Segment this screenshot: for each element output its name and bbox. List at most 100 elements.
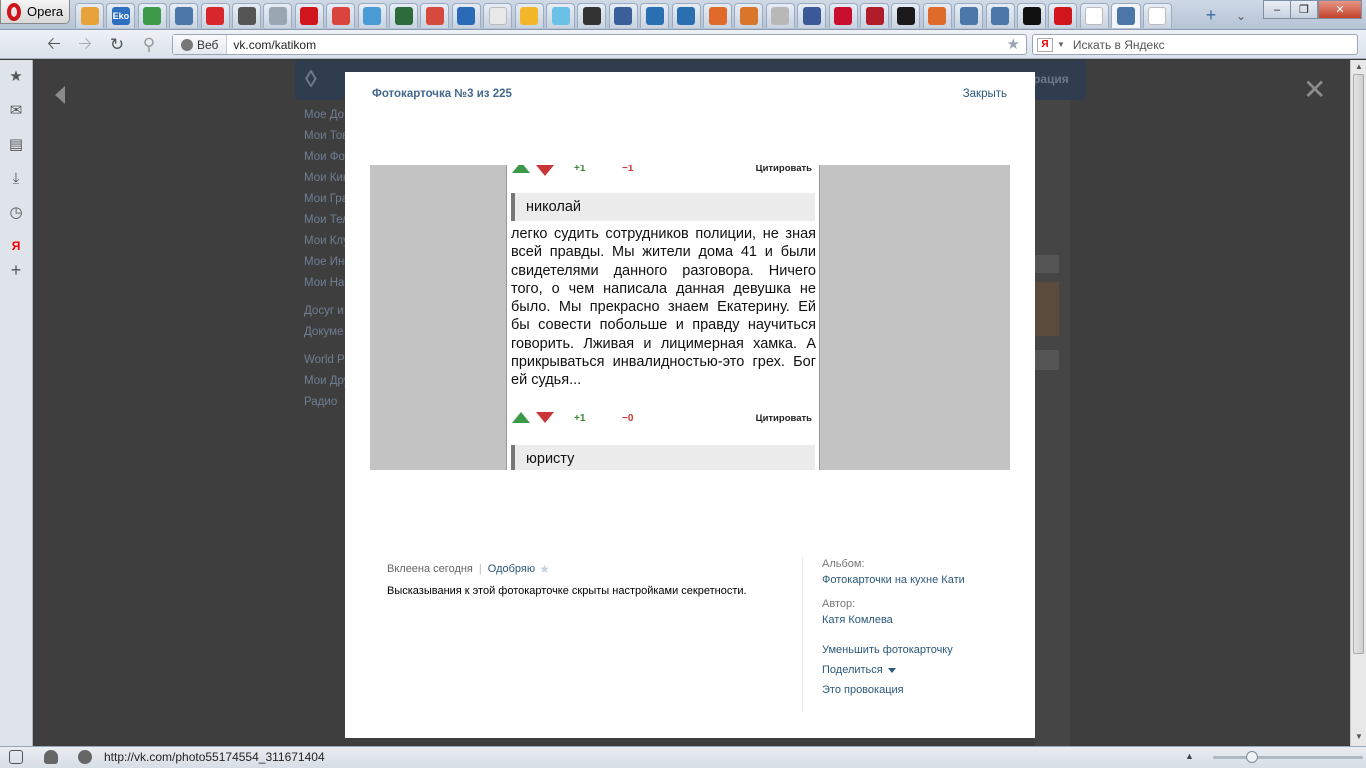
zoom-slider-knob[interactable] xyxy=(1246,751,1258,763)
tab[interactable] xyxy=(797,3,827,28)
speed-dial-icon[interactable] xyxy=(78,750,92,764)
maximize-button[interactable]: ❐ xyxy=(1290,0,1318,19)
flag-icon xyxy=(865,7,884,25)
bookmark-star-icon[interactable]: ★ xyxy=(1007,35,1020,53)
like-link[interactable]: Одобряю xyxy=(488,563,535,575)
tab[interactable] xyxy=(420,3,450,28)
like-star-icon[interactable]: ★ xyxy=(539,562,550,576)
vk-icon xyxy=(174,7,193,25)
tab[interactable] xyxy=(608,3,638,28)
tab[interactable] xyxy=(1017,3,1046,28)
chevron-down-icon[interactable] xyxy=(887,667,896,673)
vk2-icon xyxy=(959,7,978,25)
mail-icon[interactable]: ✉ xyxy=(7,101,25,119)
key-icon[interactable]: ⚲ xyxy=(138,34,160,56)
tab[interactable] xyxy=(703,3,732,28)
address-field[interactable]: Веб vk.com/katikom ★ xyxy=(172,34,1027,55)
downloads-icon[interactable]: ⤓ xyxy=(7,169,25,187)
tab[interactable] xyxy=(514,3,544,28)
tab[interactable] xyxy=(671,3,701,28)
shrink-photo-link[interactable]: Уменьшить фотокарточку xyxy=(822,644,1022,656)
yandex-sidebar-icon[interactable]: Я xyxy=(7,237,25,255)
tab[interactable] xyxy=(326,3,356,28)
address-url[interactable]: vk.com/katikom xyxy=(227,38,316,52)
search-engine-dropdown-icon[interactable]: ▼ xyxy=(1057,40,1065,49)
tab-active[interactable] xyxy=(1111,3,1142,28)
added-line: Вклеена сегодня | Одобряю ★ xyxy=(387,562,787,576)
tab[interactable] xyxy=(828,3,858,28)
tab[interactable] xyxy=(891,3,921,28)
reload-icon[interactable]: ↻ xyxy=(106,34,128,56)
blank-page-icon xyxy=(268,7,287,25)
status-bar: http://vk.com/photo55174554_311671404 ▲ xyxy=(0,746,1366,768)
tab[interactable] xyxy=(294,3,324,28)
tab[interactable] xyxy=(922,3,952,28)
share-label[interactable]: Поделиться xyxy=(822,664,883,676)
tab[interactable] xyxy=(389,3,418,28)
report-link[interactable]: Это провокация xyxy=(822,684,1022,696)
tab[interactable] xyxy=(1079,3,1109,28)
status-up-arrow-icon[interactable]: ▲ xyxy=(1185,751,1194,761)
zoom-slider[interactable] xyxy=(1213,756,1363,759)
tab-menu-chevron-icon[interactable]: ⌄ xyxy=(1232,3,1250,28)
tab[interactable] xyxy=(985,3,1015,28)
radar-icon xyxy=(896,7,915,25)
comment-text: легко судить сотрудников полиции, не зна… xyxy=(511,226,816,389)
search-field[interactable]: Я ▼ Искать в Яндекс xyxy=(1032,34,1358,55)
overlay-close-icon[interactable]: ✕ xyxy=(1303,76,1326,104)
new-tab-icon[interactable]: + xyxy=(1200,3,1222,28)
tab[interactable] xyxy=(734,3,764,28)
opera-menu-button[interactable]: Opera xyxy=(0,0,70,24)
yandex-icon[interactable]: Я xyxy=(1037,37,1053,52)
window-close-button[interactable]: ✕ xyxy=(1318,0,1362,19)
turbo-cloud-icon[interactable] xyxy=(44,750,58,764)
tab[interactable] xyxy=(1142,3,1172,28)
tab[interactable] xyxy=(640,3,670,28)
facebook-icon xyxy=(802,7,821,25)
news-icon xyxy=(237,7,256,25)
tab[interactable]: Eko xyxy=(106,3,136,28)
tab[interactable] xyxy=(263,3,293,28)
tab[interactable] xyxy=(200,3,230,28)
tab[interactable] xyxy=(451,3,481,28)
tab[interactable] xyxy=(765,3,795,28)
notes-icon[interactable]: ▤ xyxy=(7,135,25,153)
photo-image[interactable]: +1 −1 Цитировать николай легко судить со… xyxy=(370,165,1010,470)
previous-photo-arrow-icon[interactable] xyxy=(55,84,69,106)
tab[interactable] xyxy=(954,3,984,28)
yandex-icon xyxy=(1085,7,1104,25)
forward-icon[interactable]: 🡢 xyxy=(74,34,96,56)
tab[interactable] xyxy=(546,3,575,28)
vk3-icon xyxy=(991,7,1010,25)
author-link[interactable]: Катя Комлева xyxy=(822,614,1022,626)
tab[interactable] xyxy=(232,3,261,28)
page-scrollbar[interactable]: ▲ ▼ xyxy=(1350,60,1366,746)
tab[interactable] xyxy=(75,3,104,28)
minimize-button[interactable]: – xyxy=(1263,0,1291,19)
history-clock-icon[interactable]: ◷ xyxy=(7,203,25,221)
tab[interactable] xyxy=(577,3,607,28)
share-dropdown[interactable]: Поделиться xyxy=(822,664,1022,676)
plus-count: +1 xyxy=(574,165,586,174)
panel-toggle-icon[interactable] xyxy=(9,750,23,764)
album-link[interactable]: Фотокарточки на кухне Кати xyxy=(822,574,1022,586)
close-link[interactable]: Закрыть xyxy=(963,88,1007,100)
tab[interactable] xyxy=(137,3,167,28)
back-icon[interactable]: 🡠 xyxy=(43,34,65,56)
scroll-up-icon[interactable]: ▲ xyxy=(1354,62,1364,71)
tab[interactable] xyxy=(483,3,513,28)
background-thumbnail xyxy=(1035,282,1059,336)
tab[interactable] xyxy=(1048,3,1078,28)
tab[interactable] xyxy=(169,3,199,28)
tab[interactable] xyxy=(860,3,889,28)
vk-header-right: рация xyxy=(1033,72,1069,86)
scroll-thumb[interactable] xyxy=(1353,74,1364,654)
search-placeholder[interactable]: Искать в Яндекс xyxy=(1073,38,1165,52)
globe-icon xyxy=(181,38,193,51)
add-panel-icon[interactable]: + xyxy=(7,260,25,280)
separator: | xyxy=(478,563,482,575)
bookmarks-star-icon[interactable]: ★ xyxy=(7,67,25,85)
tab[interactable] xyxy=(357,3,387,28)
scroll-down-icon[interactable]: ▼ xyxy=(1354,732,1364,741)
web-badge[interactable]: Веб xyxy=(173,35,228,54)
